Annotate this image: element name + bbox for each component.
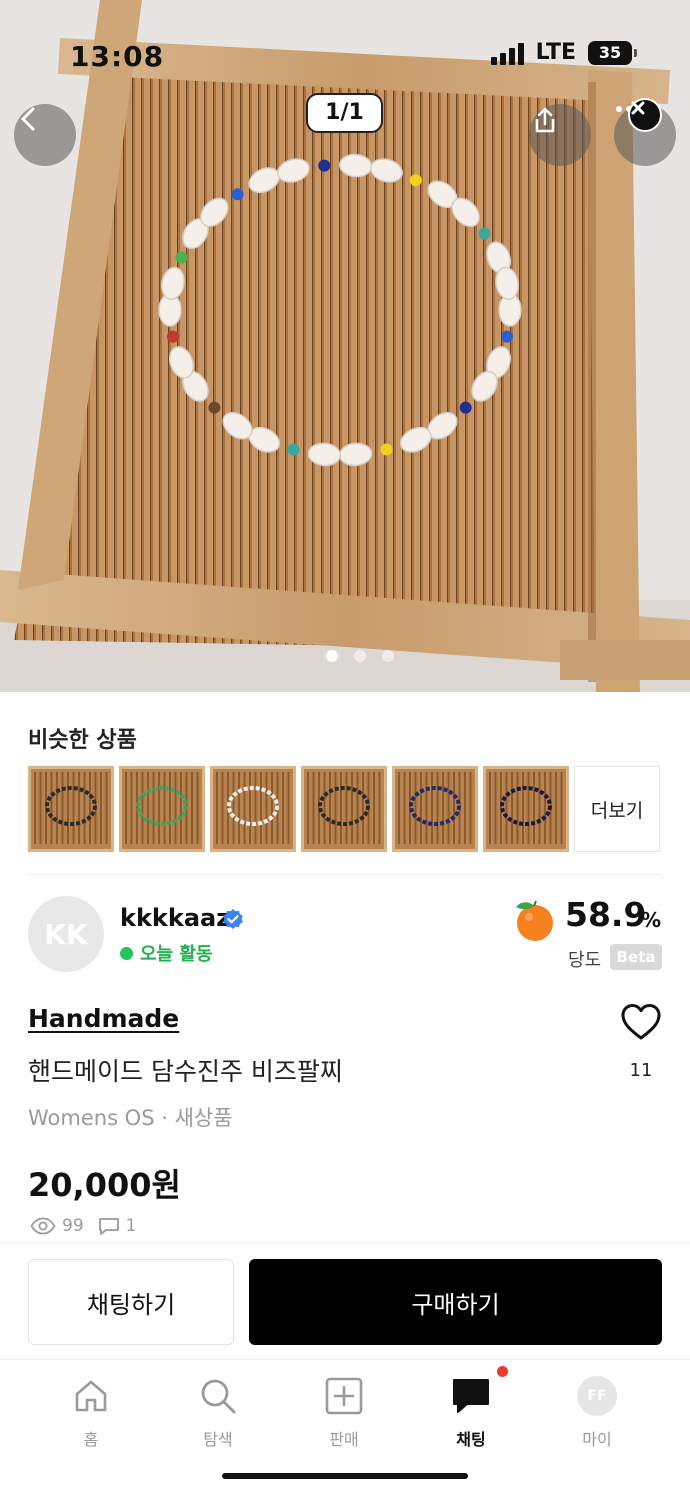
chat-count: 1 <box>125 1216 137 1236</box>
action-bar: 채팅하기 구매하기 <box>0 1243 690 1359</box>
online-dot-icon <box>120 946 133 960</box>
tab-sell-label: 판매 <box>329 1430 359 1449</box>
sweetness-value: 58.9 <box>565 895 647 934</box>
tab-search[interactable]: 탐색 <box>168 1376 268 1456</box>
similar-products-list: 더보기 <box>28 766 660 852</box>
product-photo[interactable]: 13:08 LTE 35 1/1 <box>0 0 690 692</box>
product-title: 핸드메이드 담수진주 비즈팔찌 <box>28 1057 343 1086</box>
similar-product-thumb[interactable] <box>301 766 387 852</box>
heart-icon[interactable] <box>620 1002 662 1042</box>
product-price: 20,000원 <box>28 1166 181 1204</box>
tab-sell[interactable]: 판매 <box>294 1376 394 1456</box>
view-count: 99 <box>62 1216 84 1236</box>
page-dot <box>326 650 338 662</box>
thumb-image <box>119 766 205 852</box>
status-indicators: LTE 35 <box>490 40 637 65</box>
similar-product-thumb[interactable] <box>119 766 205 852</box>
similar-product-thumb[interactable] <box>28 766 114 852</box>
page-dot <box>354 650 366 662</box>
seller-avatar[interactable]: KK <box>28 896 104 972</box>
sweetness-unit: % <box>641 908 662 932</box>
close-icon <box>631 101 645 115</box>
thumb-image <box>392 766 478 852</box>
similar-product-thumb[interactable] <box>483 766 569 852</box>
chat-icon <box>453 1379 489 1413</box>
tab-chat-label: 채팅 <box>456 1430 486 1449</box>
tab-search-label: 탐색 <box>203 1430 233 1449</box>
home-icon <box>75 1380 107 1412</box>
tab-my-label: 마이 <box>582 1430 612 1449</box>
product-stats: 99 1 <box>30 1216 136 1236</box>
thumb-image <box>210 766 296 852</box>
signal-icon <box>490 41 524 65</box>
buy-button[interactable]: 구매하기 <box>249 1259 662 1345</box>
thumb-image <box>301 766 387 852</box>
eye-icon <box>30 1217 56 1235</box>
status-time: 13:08 <box>70 40 165 73</box>
see-more-button[interactable]: 더보기 <box>574 766 660 852</box>
image-counter: 1/1 <box>306 93 383 133</box>
network-type: LTE <box>535 40 576 65</box>
product-meta: Womens OS · 새상품 <box>28 1106 233 1130</box>
chevron-left-icon <box>21 107 35 131</box>
similar-product-thumb[interactable] <box>392 766 478 852</box>
search-icon <box>201 1379 236 1414</box>
share-button[interactable] <box>529 104 591 166</box>
home-indicator <box>222 1473 468 1479</box>
chat-button[interactable]: 채팅하기 <box>28 1259 234 1345</box>
tangerine-icon <box>516 900 553 941</box>
my-avatar: FF <box>577 1376 617 1416</box>
battery-icon: 35 <box>588 40 637 65</box>
similar-products-title: 비슷한 상품 <box>28 728 137 753</box>
close-button[interactable] <box>628 98 662 132</box>
brand-link[interactable]: Handmade <box>28 1004 179 1033</box>
chat-bubble-icon <box>98 1218 119 1235</box>
like-count: 11 <box>629 1060 653 1081</box>
divider <box>28 874 662 875</box>
seller-name[interactable]: kkkkaaz <box>120 904 230 932</box>
notification-dot-icon <box>497 1366 508 1377</box>
page-dot <box>382 650 394 662</box>
thumb-image <box>28 766 114 852</box>
tab-home-label: 홈 <box>83 1430 99 1449</box>
page-indicator <box>0 650 690 662</box>
sweetness-label: 당도 <box>568 950 602 971</box>
back-button[interactable] <box>14 104 76 166</box>
verified-badge-icon <box>223 909 243 929</box>
add-square-icon <box>325 1377 363 1415</box>
thumb-image <box>483 766 569 852</box>
activity-label: 오늘 활동 <box>140 944 213 965</box>
tab-my[interactable]: FF 마이 <box>547 1376 647 1456</box>
tab-home[interactable]: 홈 <box>41 1376 141 1456</box>
status-bar: 13:08 LTE 35 <box>0 0 690 100</box>
activity-status: 오늘 활동 <box>120 940 213 966</box>
similar-product-thumb[interactable] <box>210 766 296 852</box>
tab-chat[interactable]: 채팅 <box>421 1366 521 1456</box>
share-icon <box>535 107 555 133</box>
beta-badge: Beta <box>610 944 662 970</box>
